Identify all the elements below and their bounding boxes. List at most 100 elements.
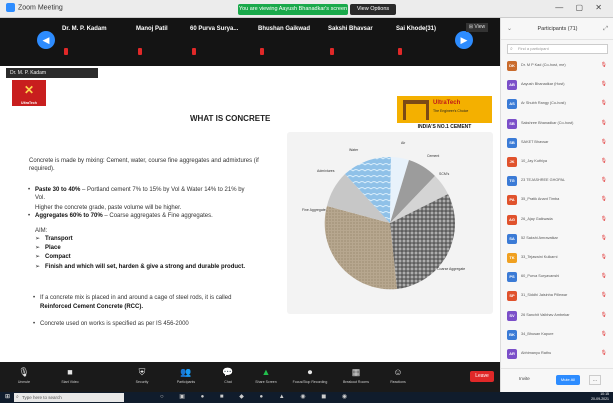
participant-name: 60_Purva Suryavanshi — [521, 274, 560, 279]
participant-row[interactable]: TG 23 TEJASHREE GHOPAL 🎙 — [507, 175, 611, 188]
participant-row[interactable]: AB Aayush Bhanadkar (Host) 🎙 — [507, 79, 611, 92]
recording-button[interactable]: ⏺ Focus/Stop Recording — [290, 366, 330, 390]
participants-button[interactable]: 👥 Participants — [166, 366, 206, 390]
participant-row[interactable]: AS Ar Shubh Rangy (Co-host) 🎙 — [507, 98, 611, 111]
popout-icon[interactable]: ⤢ — [603, 18, 608, 40]
app-name: Zoom Meeting — [18, 4, 63, 12]
share-screen-button[interactable]: ▲ Share Screen — [246, 366, 286, 390]
chevron-down-icon[interactable]: ⌄ — [507, 18, 512, 40]
unmute-button[interactable]: 🎙 Unmute — [4, 366, 44, 390]
window-controls[interactable]: — ▢ ✕ — [555, 3, 607, 12]
muted-mic-icon[interactable]: 🎙 — [601, 216, 607, 222]
participant-search-input[interactable]: ⌕ Find a participant — [507, 44, 608, 54]
participant-row[interactable]: AG 26_Ajay Gaikwada 🎙 — [507, 214, 611, 227]
more-button[interactable]: ... — [589, 375, 601, 385]
muted-mic-icon[interactable]: 🎙 — [601, 177, 607, 183]
avatar: PS — [507, 272, 517, 283]
brand-box: UltraTech The Engineer's Choice — [397, 96, 492, 123]
participant-row[interactable]: AR Abhimanyu Rathu 🎙 — [507, 348, 611, 361]
meeting-controls: 🎙 Unmute ■ Start Video ⛨ Security 👥 Particip… — [0, 362, 500, 392]
participant-row[interactable]: DK Dr. M P Kad (Co-host, me) 🎙 — [507, 60, 611, 73]
muted-mic-icon[interactable]: 🎙 — [601, 331, 607, 337]
avatar: AB — [507, 80, 517, 91]
avatar: AS — [507, 99, 517, 110]
participant-row[interactable]: PS 60_Purva Suryavanshi 🎙 — [507, 271, 611, 284]
aim-text: Place — [45, 245, 61, 251]
self-view-label[interactable]: Dr. M. P. Kadam — [6, 68, 98, 78]
muted-mic-icon[interactable]: 🎙 — [601, 81, 607, 87]
avatar: BK — [507, 329, 517, 340]
avatar: PA — [507, 195, 517, 206]
taskbar-app-icons[interactable]: ○ ▣ ● ■ ◆ ● ▲ ◉ ◼ ◉ — [160, 393, 354, 400]
strip-prev-icon[interactable]: ◀ — [37, 31, 55, 49]
strip-participant[interactable]: Sai Khode(31) — [396, 26, 436, 60]
search-icon: ⌕ — [510, 46, 513, 52]
participant-row[interactable]: SV 26 Sanchit Vaibhav Ambekar 🎙 — [507, 310, 611, 323]
control-label: Unmute — [17, 380, 31, 384]
reactions-button[interactable]: ☺ Reactions — [378, 366, 418, 390]
participant-row[interactable]: PA 35_Pratik Anant Timba 🎙 — [507, 194, 611, 207]
muted-mic-icon[interactable]: 🎙 — [601, 254, 607, 260]
muted-mic-icon[interactable]: 🎙 — [601, 139, 607, 145]
control-label: Start Video — [61, 380, 79, 384]
avatar: SB — [507, 137, 517, 148]
invite-button[interactable]: Invite — [519, 376, 530, 381]
strip-participant[interactable]: Manoj Patil — [136, 26, 168, 60]
avatar: SV — [507, 310, 517, 321]
muted-mic-icon[interactable]: 🎙 — [601, 312, 607, 318]
strip-next-icon[interactable]: ▶ — [455, 31, 473, 49]
participant-name: 26 Sanchit Vaibhav Ambekar — [521, 312, 570, 317]
muted-mic-icon[interactable]: 🎙 — [601, 100, 607, 106]
leave-button[interactable]: Leave — [470, 371, 494, 382]
muted-mic-icon[interactable]: 🎙 — [601, 235, 607, 241]
avatar: TG — [507, 176, 517, 187]
participant-row[interactable]: SB SAKET Bhavsar 🎙 — [507, 137, 611, 150]
control-label: Breakout Rooms — [342, 380, 370, 384]
participant-row[interactable]: JK 10_Jay Kuthiya 🎙 — [507, 156, 611, 169]
participant-row[interactable]: BK 34_Bhusan Kapure 🎙 — [507, 329, 611, 342]
start-video-button[interactable]: ■ Start Video — [50, 366, 90, 390]
search-icon: ⌕ — [16, 394, 19, 400]
avatar: AR — [507, 349, 517, 359]
finish-bold: strong and durable product. — [165, 264, 246, 270]
view-button[interactable]: ⊞ View — [466, 23, 488, 32]
control-label: Participants — [176, 380, 196, 384]
avatar: SA — [507, 233, 517, 244]
mute-all-button[interactable]: Mute All — [556, 375, 580, 385]
chat-button[interactable]: 💬 Chat — [208, 366, 248, 390]
muted-mic-icon[interactable]: 🎙 — [601, 196, 607, 202]
participant-row[interactable]: TK 33_Tejaswini Kulkarni 🎙 — [507, 252, 611, 265]
strip-participant[interactable]: Bhushan Gaikwad — [258, 26, 310, 60]
pie-label-coarse: Coarse Aggregate — [437, 267, 466, 271]
participant-row[interactable]: SP 31_Siddhi Jaisinha Pillewar 🎙 — [507, 290, 611, 303]
muted-mic-icon[interactable]: 🎙 — [601, 273, 607, 279]
strip-participant-name: Bhushan Gaikwad — [258, 26, 311, 32]
logo-caption: UltraTech — [21, 101, 37, 105]
muted-mic-icon[interactable]: 🎙 — [601, 62, 607, 68]
strip-participant[interactable]: Sakshi Bhavsar — [328, 26, 373, 60]
muted-mic-icon[interactable]: 🎙 — [601, 350, 607, 356]
muted-mic-icon[interactable]: 🎙 — [601, 292, 607, 298]
windows-start-icon[interactable]: ⊞ — [3, 393, 12, 402]
taskbar-search-input[interactable]: ⌕ Type here to search — [14, 393, 124, 402]
strip-participant-name: Sai Khode(31) — [396, 26, 437, 32]
security-button[interactable]: ⛨ Security — [122, 366, 162, 390]
brand-name: UltraTech — [433, 100, 461, 106]
participant-row[interactable]: SA 52 Sakshi Amravatkar 🎙 — [507, 233, 611, 246]
participant-name: 10_Jay Kuthiya — [521, 159, 547, 163]
muted-mic-icon[interactable]: 🎙 — [601, 158, 607, 164]
rcc-bold-text: Reinforced Cement Concrete (RCC). — [40, 304, 144, 310]
strip-participant[interactable]: Dr. M. P. Kadam — [62, 26, 107, 60]
participant-name: 33_Tejaswini Kulkarni — [521, 255, 558, 259]
participant-row[interactable]: SB Sakshree Bhanadkar (Co-host) 🎙 — [507, 118, 611, 131]
avatar: DK — [507, 61, 517, 71]
pie-label-cement: Cement — [427, 154, 440, 158]
record-icon: ⏺ — [307, 367, 313, 377]
view-options-button[interactable]: View Options — [350, 4, 396, 15]
reactions-icon: ☺ — [393, 367, 403, 377]
breakout-rooms-button[interactable]: ▦ Breakout Rooms — [336, 366, 376, 390]
participant-name: Dr. M P Kad (Co-host, me) — [521, 63, 566, 67]
strip-participant[interactable]: 60 Purva Surya... — [190, 26, 238, 60]
slide-title: WHAT IS CONCRETE — [190, 114, 271, 123]
muted-mic-icon[interactable]: 🎙 — [601, 120, 607, 126]
